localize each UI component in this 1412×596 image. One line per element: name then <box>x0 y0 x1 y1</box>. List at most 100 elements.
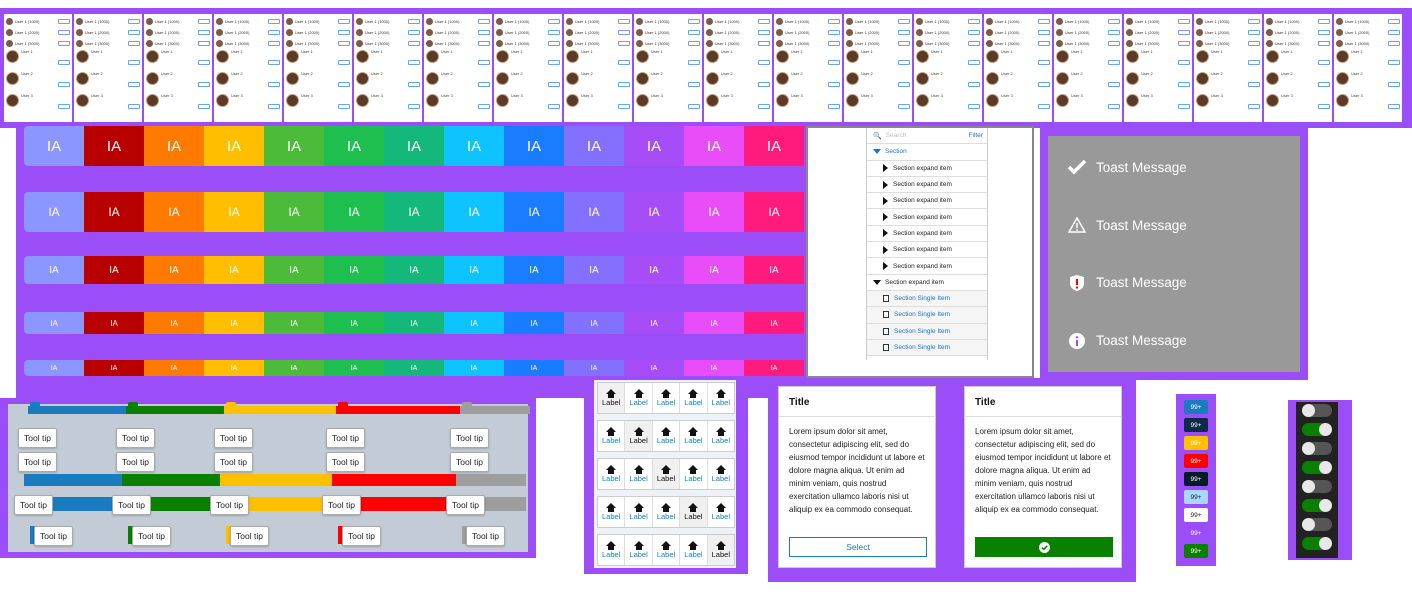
segment-option[interactable]: Label <box>598 383 626 413</box>
toggle-switch[interactable] <box>1302 537 1332 550</box>
tree-single-item[interactable]: Section Single Item <box>867 323 987 340</box>
user-row[interactable]: User 1 (1000) <box>566 16 630 26</box>
user-card[interactable]: User 1 <box>1266 50 1330 70</box>
user-card[interactable]: User 3 <box>566 94 630 114</box>
user-card[interactable]: User 2 <box>706 72 770 92</box>
card-action-button[interactable] <box>758 60 770 65</box>
user-card[interactable]: User 2 <box>76 72 140 92</box>
card-action-button[interactable] <box>1038 104 1050 109</box>
card-action-button[interactable] <box>1178 104 1190 109</box>
card-action-button[interactable] <box>758 104 770 109</box>
user-row[interactable]: User 1 (1000) <box>636 16 700 26</box>
user-card[interactable]: User 3 <box>76 94 140 114</box>
row-action-button[interactable] <box>1388 18 1400 24</box>
avatar-initials[interactable]: IA <box>744 360 804 376</box>
avatar-initials[interactable]: IA <box>384 312 444 334</box>
toggle-switch[interactable] <box>1302 423 1332 436</box>
card-action-button[interactable] <box>1318 60 1330 65</box>
user-card[interactable]: User 3 <box>986 94 1050 114</box>
card-action-button[interactable] <box>1108 104 1120 109</box>
user-card[interactable]: User 2 <box>986 72 1050 92</box>
avatar-initials[interactable]: IA <box>684 256 744 284</box>
avatar-initials[interactable]: IA <box>204 192 264 232</box>
row-action-button[interactable] <box>1318 40 1330 46</box>
tree-expand-item[interactable]: Section expand item <box>867 242 987 259</box>
row-action-button[interactable] <box>198 40 210 46</box>
user-card[interactable]: User 2 <box>286 72 350 92</box>
row-action-button[interactable] <box>58 40 70 46</box>
avatar-initials[interactable]: IA <box>144 126 204 166</box>
card-action-button[interactable] <box>478 60 490 65</box>
tree-expand-item[interactable]: Section expand item <box>867 161 987 177</box>
user-row[interactable]: User 1 (3000) <box>1266 38 1330 48</box>
user-row[interactable]: User 1 (3000) <box>776 38 840 48</box>
avatar-initials[interactable]: IA <box>324 126 384 166</box>
tree-expand-item[interactable]: Section expand item <box>867 226 987 243</box>
row-action-button[interactable] <box>968 29 980 35</box>
segment-option[interactable]: Label <box>680 421 708 451</box>
user-card[interactable]: User 3 <box>846 94 910 114</box>
avatar-initials[interactable]: IA <box>564 256 624 284</box>
row-action-button[interactable] <box>968 40 980 46</box>
user-card[interactable]: User 3 <box>146 94 210 114</box>
row-action-button[interactable] <box>338 29 350 35</box>
row-action-button[interactable] <box>1318 18 1330 24</box>
tree-single-item[interactable]: Section Single Item <box>867 290 987 308</box>
row-action-button[interactable] <box>548 29 560 35</box>
user-row[interactable]: User 1 (3000) <box>76 38 140 48</box>
user-card[interactable]: User 1 <box>1126 50 1190 70</box>
user-card[interactable]: User 2 <box>496 72 560 92</box>
user-card[interactable]: User 3 <box>1266 94 1330 114</box>
segment-option[interactable]: Label <box>708 459 734 489</box>
card-action-button[interactable] <box>1388 82 1400 87</box>
avatar-initials[interactable]: IA <box>744 192 804 232</box>
user-card[interactable]: User 3 <box>1196 94 1260 114</box>
user-row[interactable]: User 1 (1000) <box>916 16 980 26</box>
user-row[interactable]: User 1 (2000) <box>286 27 350 37</box>
avatar-initials[interactable]: IA <box>744 126 804 166</box>
card-action-button[interactable] <box>198 104 210 109</box>
user-row[interactable]: User 1 (3000) <box>356 38 420 48</box>
card-action-button[interactable] <box>408 104 420 109</box>
card-action-button[interactable] <box>688 60 700 65</box>
segment-option[interactable]: Label <box>625 459 653 489</box>
row-action-button[interactable] <box>1178 29 1190 35</box>
card-action-button[interactable] <box>338 60 350 65</box>
segment-option[interactable]: Label <box>653 383 681 413</box>
segment-option[interactable]: Label <box>598 497 626 527</box>
user-row[interactable]: User 1 (3000) <box>706 38 770 48</box>
row-action-button[interactable] <box>478 18 490 24</box>
avatar-initials[interactable]: IA <box>564 192 624 232</box>
avatar-initials[interactable]: IA <box>24 126 84 166</box>
segment-option[interactable]: Label <box>680 383 708 413</box>
avatar-initials[interactable]: IA <box>324 312 384 334</box>
card-action-button[interactable] <box>58 82 70 87</box>
user-row[interactable]: User 1 (3000) <box>916 38 980 48</box>
avatar-initials[interactable]: IA <box>84 312 144 334</box>
card-action-button[interactable] <box>128 60 140 65</box>
user-row[interactable]: User 1 (3000) <box>286 38 350 48</box>
user-row[interactable]: User 1 (1000) <box>1196 16 1260 26</box>
segment-option[interactable]: Label <box>652 459 681 489</box>
card-action-button[interactable] <box>1178 60 1190 65</box>
user-row[interactable]: User 1 (2000) <box>496 27 560 37</box>
card-action-button[interactable] <box>58 104 70 109</box>
avatar-initials[interactable]: IA <box>624 192 684 232</box>
avatar-initials[interactable]: IA <box>264 256 324 284</box>
segment-option[interactable]: Label <box>708 497 734 527</box>
user-row[interactable]: User 1 (2000) <box>1056 27 1120 37</box>
row-action-button[interactable] <box>198 18 210 24</box>
card-action-button[interactable] <box>1108 60 1120 65</box>
user-row[interactable]: User 1 (2000) <box>1196 27 1260 37</box>
card-action-button[interactable] <box>268 60 280 65</box>
row-action-button[interactable] <box>828 40 840 46</box>
avatar-initials[interactable]: IA <box>144 192 204 232</box>
user-row[interactable]: User 1 (3000) <box>1336 38 1400 48</box>
user-row[interactable]: User 1 (2000) <box>846 27 910 37</box>
segment-option[interactable]: Label <box>680 535 708 565</box>
user-card[interactable]: User 2 <box>1056 72 1120 92</box>
row-action-button[interactable] <box>268 18 280 24</box>
user-card[interactable]: User 3 <box>356 94 420 114</box>
user-card[interactable]: User 1 <box>566 50 630 70</box>
tree-expand-item[interactable]: Section expand item <box>867 177 987 194</box>
